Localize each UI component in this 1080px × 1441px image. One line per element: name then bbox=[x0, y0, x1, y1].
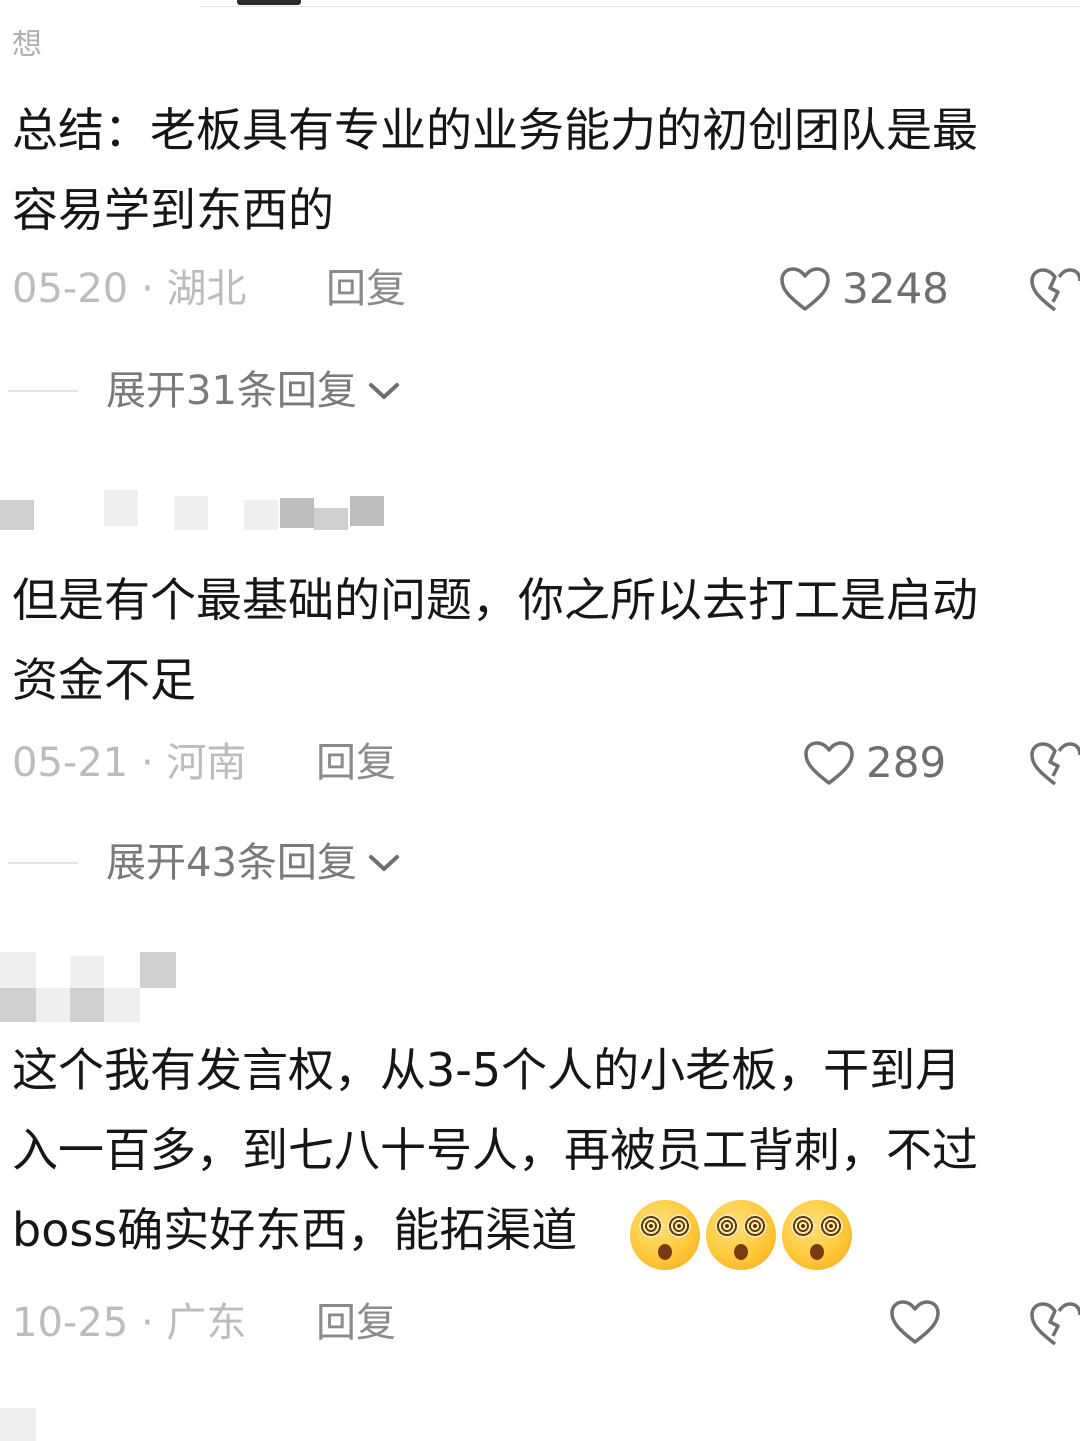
like-count: 289 bbox=[866, 738, 947, 787]
expand-divider bbox=[8, 862, 78, 864]
reply-button[interactable]: 回复 bbox=[316, 738, 396, 788]
comment-text: 这个我有发言权，从3-5个人的小老板，干到月 入一百多，到七八十号人，再被员工背刺… bbox=[12, 1030, 1080, 1270]
previous-comment-fragment: 想 bbox=[12, 30, 42, 62]
broken-heart-icon[interactable] bbox=[1028, 740, 1080, 788]
expand-divider bbox=[8, 390, 78, 392]
top-divider bbox=[200, 6, 1080, 7]
like-button[interactable]: 289 bbox=[802, 738, 946, 788]
comment-line: boss确实好东西，能拓渠道 bbox=[12, 1203, 578, 1257]
comment-page: 想 总结：老板具有专业的业务能力的初创团队是最 容易学到东西的 05-20 · 湖… bbox=[0, 0, 1080, 1441]
chevron-down-icon bbox=[368, 855, 399, 871]
comment-location: 河南 bbox=[166, 740, 247, 786]
comment-line: 总结：老板具有专业的业务能力的初创团队是最 bbox=[12, 103, 978, 157]
expand-replies-label: 展开43条回复 bbox=[106, 840, 357, 886]
like-count: 3248 bbox=[842, 264, 949, 313]
meta-separator: · bbox=[128, 740, 167, 786]
meta-separator: · bbox=[128, 1300, 167, 1346]
comment-line: 资金不足 bbox=[12, 653, 196, 707]
broken-heart-icon[interactable] bbox=[1028, 266, 1080, 314]
comment-line: 容易学到东西的 bbox=[12, 183, 334, 237]
reply-button[interactable]: 回复 bbox=[326, 264, 406, 314]
comment-meta: 05-20 · 湖北 bbox=[12, 264, 246, 314]
expand-replies-button[interactable]: 展开31条回复 bbox=[8, 366, 401, 416]
comment-text: 但是有个最基础的问题，你之所以去打工是启动 资金不足 bbox=[12, 560, 1080, 720]
like-button[interactable]: 3248 bbox=[778, 264, 949, 314]
comment-location: 湖北 bbox=[166, 266, 247, 312]
chevron-down-icon bbox=[368, 383, 399, 399]
meta-separator: · bbox=[128, 266, 167, 312]
scroll-indicator bbox=[237, 0, 301, 5]
emoji-row bbox=[630, 1200, 852, 1270]
comment-meta: 05-21 · 河南 bbox=[12, 738, 246, 788]
comment-date: 05-21 bbox=[12, 740, 129, 786]
heart-outline-icon bbox=[804, 741, 854, 785]
broken-heart-icon[interactable] bbox=[1028, 1300, 1080, 1348]
comment-date: 05-20 bbox=[12, 266, 129, 312]
comment-line: 这个我有发言权，从3-5个人的小老板，干到月 bbox=[12, 1043, 962, 1097]
comment-meta: 10-25 · 广东 bbox=[12, 1298, 246, 1348]
expand-replies-button[interactable]: 展开43条回复 bbox=[8, 838, 401, 888]
comment-date: 10-25 bbox=[12, 1300, 129, 1346]
comment-line: 入一百多，到七八十号人，再被员工背刺，不过 bbox=[12, 1123, 978, 1177]
comment-location: 广东 bbox=[166, 1300, 247, 1346]
dizzy-face-icon bbox=[706, 1200, 776, 1270]
dizzy-face-icon bbox=[782, 1200, 852, 1270]
reply-button[interactable]: 回复 bbox=[316, 1298, 396, 1348]
username-pixelated bbox=[0, 1408, 36, 1441]
like-button[interactable] bbox=[888, 1298, 952, 1346]
dizzy-face-icon bbox=[630, 1200, 700, 1270]
heart-outline-icon bbox=[780, 267, 830, 311]
expand-replies-label: 展开31条回复 bbox=[106, 368, 357, 414]
comment-line: 但是有个最基础的问题，你之所以去打工是启动 bbox=[12, 573, 978, 627]
comment-text: 总结：老板具有专业的业务能力的初创团队是最 容易学到东西的 bbox=[12, 90, 1080, 250]
heart-outline-icon bbox=[890, 1300, 940, 1344]
